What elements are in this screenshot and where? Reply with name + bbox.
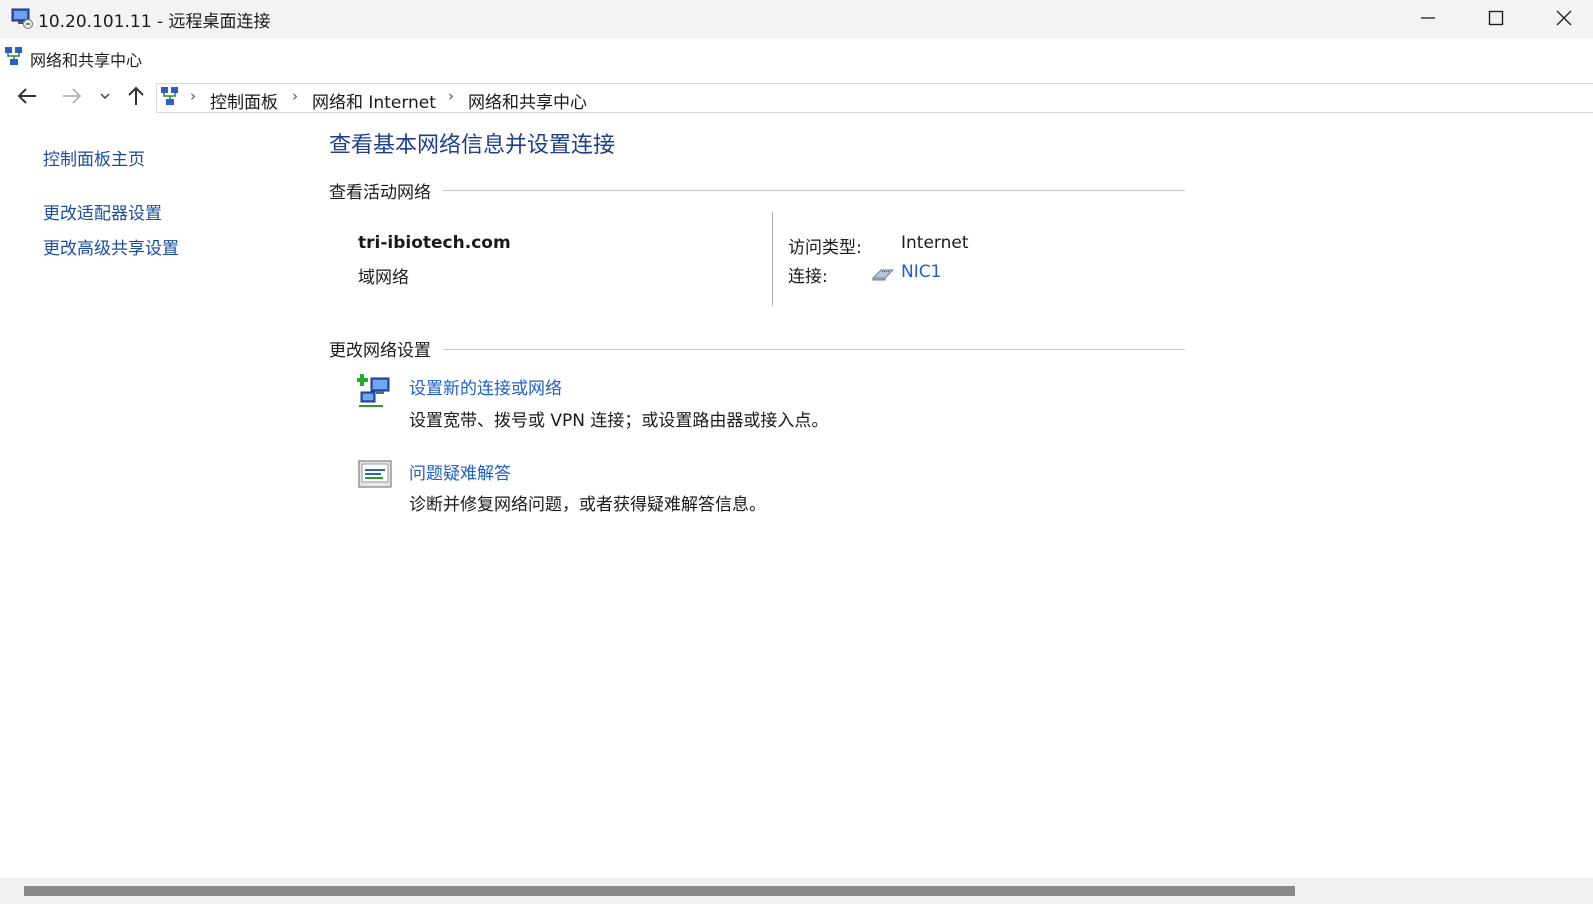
section-divider bbox=[443, 349, 1185, 350]
network-name: tri-ibiotech.com bbox=[358, 233, 511, 253]
sidebar-item-advanced-sharing[interactable]: 更改高级共享设置 bbox=[43, 234, 179, 259]
close-icon bbox=[1556, 10, 1572, 26]
window-title: 网络和共享中心 bbox=[30, 51, 143, 70]
up-button[interactable] bbox=[125, 85, 147, 113]
sidebar-item-control-panel-home[interactable]: 控制面板主页 bbox=[43, 145, 145, 170]
chevron-down-icon bbox=[100, 93, 110, 100]
new-connection-icon bbox=[356, 372, 395, 414]
navigation-bar: › 控制面板 › 网络和 Internet › 网络和共享中心 bbox=[0, 83, 1593, 113]
breadcrumb-separator-icon[interactable]: › bbox=[448, 87, 454, 105]
active-networks-section-title: 查看活动网络 bbox=[329, 183, 431, 203]
back-button[interactable] bbox=[16, 85, 38, 113]
breadcrumb-separator-icon[interactable]: › bbox=[292, 87, 298, 105]
section-divider bbox=[443, 190, 1185, 191]
change-settings-section-title: 更改网络设置 bbox=[329, 341, 431, 361]
vertical-divider bbox=[772, 212, 773, 306]
troubleshoot-description: 诊断并修复网络问题，或者获得疑难解答信息。 bbox=[409, 495, 766, 515]
connection-label: 连接: bbox=[788, 267, 828, 287]
forward-button[interactable] bbox=[61, 85, 83, 113]
access-type-label: 访问类型: bbox=[788, 238, 862, 258]
remote-desktop-icon bbox=[10, 6, 34, 34]
arrow-left-icon bbox=[17, 88, 36, 104]
troubleshoot-icon bbox=[357, 458, 393, 496]
horizontal-scrollbar-thumb[interactable] bbox=[24, 886, 1295, 896]
maximize-button[interactable] bbox=[1462, 0, 1530, 36]
breadcrumb-sharing-center[interactable]: 网络和共享中心 bbox=[468, 88, 587, 113]
minimize-button[interactable] bbox=[1394, 0, 1462, 36]
breadcrumb-control-panel[interactable]: 控制面板 bbox=[210, 88, 278, 113]
setup-new-connection-description: 设置宽带、拨号或 VPN 连接；或设置路由器或接入点。 bbox=[409, 411, 829, 431]
rdp-title-bar: 10.20.101.11 - 远程桌面连接 bbox=[0, 0, 1593, 38]
ethernet-icon bbox=[871, 264, 895, 286]
access-type-value: Internet bbox=[901, 233, 969, 253]
maximize-icon bbox=[1488, 10, 1504, 26]
window-title-bar: 网络和共享中心 bbox=[0, 39, 1593, 83]
troubleshoot-link[interactable]: 问题疑难解答 bbox=[409, 459, 511, 484]
sidebar-item-adapter-settings[interactable]: 更改适配器设置 bbox=[43, 199, 162, 224]
connection-nic1-link[interactable]: NIC1 bbox=[901, 262, 941, 282]
minimize-icon bbox=[1421, 17, 1435, 19]
recent-locations-button[interactable] bbox=[99, 85, 111, 113]
address-bar[interactable]: › 控制面板 › 网络和 Internet › 网络和共享中心 bbox=[156, 83, 1593, 113]
bottom-strip bbox=[0, 904, 1593, 918]
rdp-window-title: 10.20.101.11 - 远程桌面连接 bbox=[38, 12, 271, 32]
breadcrumb-network-internet[interactable]: 网络和 Internet bbox=[312, 88, 436, 113]
arrow-up-icon bbox=[128, 86, 144, 105]
network-type: 域网络 bbox=[358, 268, 409, 288]
control-panel-network-icon bbox=[160, 86, 180, 112]
setup-new-connection-link[interactable]: 设置新的连接或网络 bbox=[409, 374, 562, 399]
page-title: 查看基本网络信息并设置连接 bbox=[329, 133, 616, 158]
arrow-right-icon bbox=[63, 88, 82, 104]
network-center-icon bbox=[4, 46, 24, 72]
close-button[interactable] bbox=[1530, 0, 1593, 36]
horizontal-scrollbar[interactable] bbox=[0, 878, 1593, 904]
breadcrumb-separator-icon[interactable]: › bbox=[190, 87, 196, 105]
